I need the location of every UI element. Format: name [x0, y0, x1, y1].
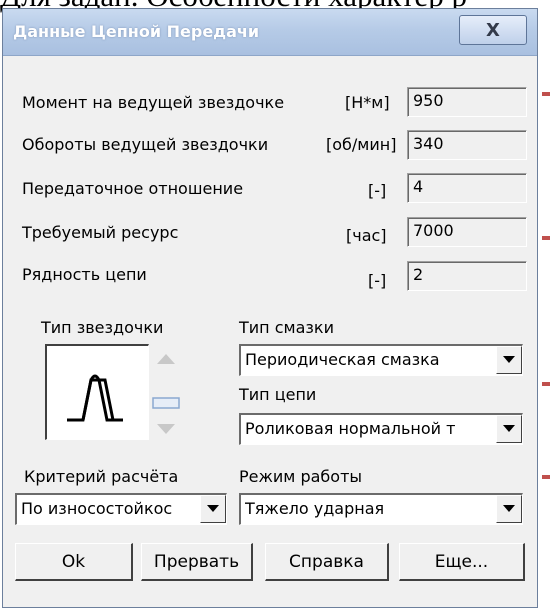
ratio-input[interactable]: 4: [407, 173, 527, 203]
abort-button[interactable]: Прервать: [141, 543, 253, 581]
more-button[interactable]: Еще...: [399, 543, 525, 581]
chain-rows-unit: [-]: [368, 271, 387, 290]
chain-rows-label: Рядность цепи: [22, 265, 147, 284]
chevron-down-icon[interactable]: [200, 495, 226, 523]
sprocket-type-picker[interactable]: [45, 344, 149, 440]
ok-button[interactable]: Ok: [15, 543, 133, 581]
resource-label: Требуемый ресурс: [22, 223, 179, 242]
criterion-value: По износостойкос: [21, 499, 173, 518]
chevron-down-icon[interactable]: [496, 346, 522, 374]
sprocket-tooth-profile-icon: [67, 374, 123, 422]
sprocket-type-label: Тип звездочки: [41, 318, 164, 337]
resource-input[interactable]: 7000: [407, 217, 527, 247]
close-button[interactable]: X: [459, 15, 527, 45]
rpm-unit: [об/мин]: [326, 135, 397, 154]
rpm-input[interactable]: 340: [407, 130, 527, 160]
title-bar[interactable]: Данные Цепной Передачи X: [3, 9, 537, 56]
chain-transmission-dialog: Данные Цепной Передачи X Момент на ведущ…: [2, 8, 538, 608]
ratio-unit: [-]: [368, 181, 387, 200]
resource-unit: [час]: [346, 226, 387, 245]
chain-type-select[interactable]: Роликовая нормальной т: [239, 413, 523, 445]
background-red-mark: [542, 92, 550, 96]
criterion-label: Критерий расчёта: [24, 467, 179, 486]
lubrication-type-value: Периодическая смазка: [245, 350, 440, 369]
spin-thumb: [152, 397, 180, 409]
operating-mode-select[interactable]: Тяжело ударная: [239, 493, 523, 525]
spin-up-icon: [157, 354, 175, 364]
torque-input[interactable]: 950: [407, 87, 527, 117]
background-red-mark: [542, 382, 550, 386]
operating-mode-value: Тяжело ударная: [245, 499, 385, 518]
chain-type-label: Тип цепи: [239, 385, 317, 404]
chain-type-value: Роликовая нормальной т: [245, 419, 456, 438]
rpm-label: Обороты ведущей звездочки: [22, 135, 269, 154]
lubrication-type-label: Тип смазки: [239, 318, 334, 337]
background-red-mark: [542, 236, 550, 240]
help-button[interactable]: Справка: [265, 543, 389, 581]
chevron-down-icon[interactable]: [496, 415, 522, 443]
close-icon: X: [486, 19, 500, 41]
lubrication-type-select[interactable]: Периодическая смазка: [239, 344, 523, 376]
spin-down-icon: [157, 424, 175, 434]
operating-mode-label: Режим работы: [239, 467, 363, 486]
window-title: Данные Цепной Передачи: [13, 22, 260, 41]
chevron-down-icon[interactable]: [496, 495, 522, 523]
torque-label: Момент на ведущей звездочке: [22, 93, 285, 112]
chain-rows-input[interactable]: 2: [407, 261, 527, 291]
torque-unit: [Н*м]: [345, 93, 390, 112]
ratio-label: Передаточное отношение: [22, 179, 244, 198]
criterion-select[interactable]: По износостойкос: [15, 493, 227, 525]
sprocket-spinner[interactable]: [151, 344, 183, 440]
background-red-mark: [542, 475, 550, 479]
